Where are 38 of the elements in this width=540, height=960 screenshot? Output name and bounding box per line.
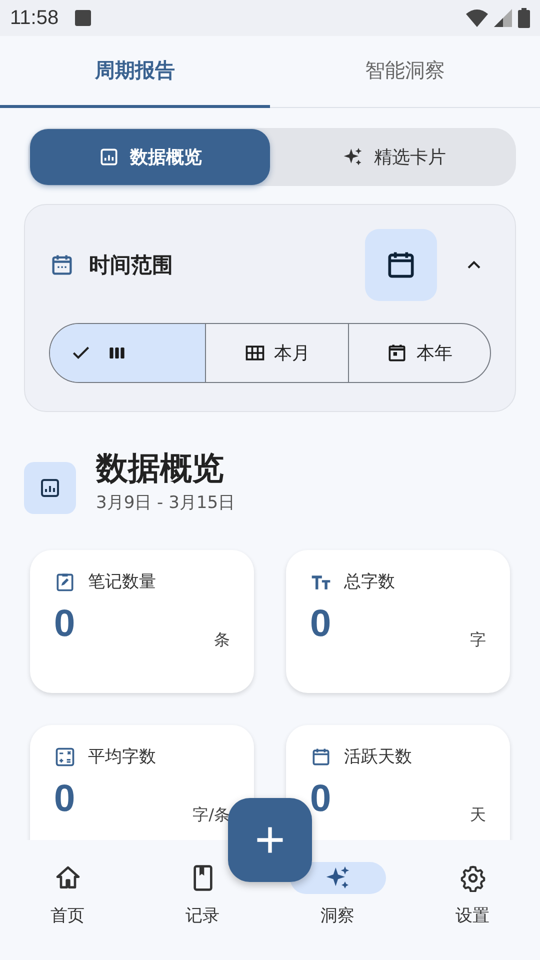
stat-value: 0	[310, 780, 332, 818]
stat-value: 0	[54, 780, 76, 818]
calculator-icon	[54, 746, 76, 768]
stat-unit: 字	[470, 630, 486, 651]
stat-label: 活跃天数	[344, 746, 412, 768]
clock: 11:58	[10, 6, 59, 30]
calendar-icon	[386, 342, 408, 364]
date-range: 3月9日 - 3月15日	[96, 492, 236, 514]
toggle-option[interactable]: 数据概览	[30, 129, 270, 185]
nav-item[interactable]: 设置	[405, 862, 540, 960]
range-segment[interactable]: 本年	[348, 324, 490, 382]
section-title: 时间范围	[89, 252, 174, 279]
toggle-option[interactable]: 精选卡片	[274, 129, 514, 185]
range-segment[interactable]	[50, 324, 206, 382]
range-segment[interactable]: 本月	[205, 324, 348, 382]
stat-label: 总字数	[344, 571, 395, 593]
settings-icon	[458, 864, 486, 892]
stat-value: 0	[310, 605, 332, 643]
stat-value: 0	[54, 605, 76, 643]
tab[interactable]: 周期报告	[0, 36, 270, 108]
stat-unit: 字/条	[192, 805, 230, 826]
sparkle-icon	[342, 146, 364, 168]
keyboard-icon	[74, 10, 91, 26]
overview-title: 数据概览	[96, 450, 225, 487]
stat-label: 平均字数	[88, 746, 156, 768]
signal-icon	[494, 9, 512, 27]
battery-icon	[518, 8, 530, 28]
stat-label: 笔记数量	[88, 571, 156, 593]
wifi-icon	[466, 9, 488, 27]
tab[interactable]: 智能洞察	[270, 36, 540, 108]
nav-item[interactable]: 记录	[135, 862, 270, 960]
stat-unit: 条	[214, 630, 230, 651]
add-button[interactable]	[228, 798, 312, 882]
bar-chart-icon	[98, 146, 120, 168]
nav-item[interactable]: 首页	[0, 862, 135, 960]
bar-chart-icon	[38, 476, 62, 500]
calendar-button[interactable]	[365, 229, 437, 301]
stat-unit: 天	[470, 805, 486, 826]
